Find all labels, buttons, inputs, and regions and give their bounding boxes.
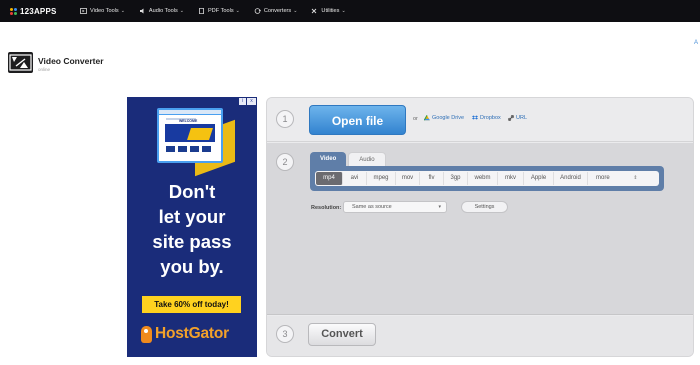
nav-item-label: Audio Tools [148, 8, 178, 14]
chevron-down-icon: ⌄ [120, 8, 125, 14]
url-link[interactable]: URL [508, 115, 527, 121]
format-more[interactable]: more ⇕ [588, 172, 648, 185]
step-convert: 3 Convert [267, 316, 693, 356]
logo[interactable]: 123APPS [10, 7, 66, 16]
ad-brand-logo[interactable]: HostGator [141, 325, 229, 343]
chevron-down-icon: ▾ [438, 204, 441, 210]
url-label: URL [516, 115, 528, 121]
updown-arrow-icon: ⇕ [633, 175, 638, 181]
format-bar: mp4 avi mpeg mov flv 3gp webm mkv Apple … [310, 166, 664, 191]
chevron-down-icon: ⌄ [341, 8, 346, 14]
nav-audio-tools[interactable]: Audio Tools ⌄ [139, 8, 184, 14]
chevron-down-icon: ⌄ [235, 8, 240, 14]
format-mkv[interactable]: mkv [498, 172, 524, 185]
or-label: or [413, 116, 418, 122]
dropbox-link[interactable]: Dropbox [472, 115, 501, 121]
dropbox-icon [472, 115, 478, 121]
resolution-label: Resolution: [311, 205, 342, 211]
format-apple[interactable]: Apple [524, 172, 554, 185]
video-converter-icon [8, 52, 33, 73]
page-subtitle: online [38, 67, 51, 72]
ad-mock-title: WELCOME [179, 119, 198, 123]
format-more-label: more [596, 175, 610, 181]
tab-video[interactable]: Video [310, 152, 347, 166]
google-drive-link[interactable]: Google Drive [423, 115, 465, 121]
ad-browser-illustration: WELCOME [157, 108, 223, 163]
ad-cta-button[interactable]: Take 60% off today! [142, 296, 241, 313]
ad-brand-name: HostGator [155, 325, 229, 342]
format-3gp[interactable]: 3gp [444, 172, 468, 185]
ad-headline-line: you by. [160, 256, 224, 277]
format-webm[interactable]: webm [468, 172, 498, 185]
resolution-value: Same as source [352, 204, 392, 210]
logo-text: 123APPS [20, 6, 57, 16]
format-mp4[interactable]: mp4 [316, 172, 343, 185]
google-drive-label: Google Drive [432, 115, 465, 121]
video-icon [80, 8, 87, 14]
gator-icon [141, 325, 152, 343]
tab-audio[interactable]: Audio [348, 152, 386, 166]
step-number: 3 [276, 325, 294, 343]
chevron-down-icon: ⌄ [179, 8, 184, 14]
chevron-down-icon: ⌄ [293, 8, 298, 14]
link-icon [508, 115, 514, 121]
format-tabs: Video Audio [310, 152, 388, 166]
step-number: 1 [276, 110, 294, 128]
app-header: Video Converter online [8, 52, 104, 73]
nav-item-label: Video Tools [90, 8, 119, 14]
settings-button[interactable]: Settings [461, 201, 508, 213]
ad-headline-line: site pass [152, 231, 232, 252]
format-android[interactable]: Android [554, 172, 588, 185]
format-mov[interactable]: mov [396, 172, 420, 185]
nav-item-label: Converters [263, 8, 292, 14]
ad-headline-line: Don't [168, 181, 216, 202]
ad-close-icon[interactable]: x [247, 98, 256, 105]
converter-panel: 1 Open file or Google Drive Dropbox URL … [266, 97, 694, 357]
pdf-icon [198, 8, 205, 14]
format-avi[interactable]: avi [343, 172, 367, 185]
nav-utilities[interactable]: Utilities ⌄ [311, 8, 346, 14]
ad-info-icon[interactable]: i [239, 98, 246, 105]
ad-headline: Don't let your site pass you by. [127, 179, 257, 279]
convert-button[interactable]: Convert [308, 323, 376, 346]
google-drive-icon [423, 115, 430, 121]
nav-pdf-tools[interactable]: PDF Tools ⌄ [198, 8, 240, 14]
step-number: 2 [276, 153, 294, 171]
nav-item-label: PDF Tools [207, 8, 234, 14]
resolution-select[interactable]: Same as source ▾ [343, 201, 447, 213]
top-nav-bar: 123APPS Video Tools ⌄ Audio Tools ⌄ PDF … [0, 0, 700, 22]
open-file-button[interactable]: Open file [309, 105, 406, 135]
step-open-file: 1 Open file or Google Drive Dropbox URL [267, 98, 693, 142]
nav-converters[interactable]: Converters ⌄ [254, 8, 298, 14]
utilities-icon [311, 8, 318, 14]
format-list: mp4 avi mpeg mov flv 3gp webm mkv Apple … [315, 171, 659, 186]
edge-letter: A [693, 40, 698, 46]
ad-headline-line: let your [158, 206, 226, 227]
format-mpeg[interactable]: mpeg [367, 172, 396, 185]
page-title: Video Converter [38, 56, 104, 66]
format-flv[interactable]: flv [420, 172, 444, 185]
converter-icon [254, 8, 261, 14]
logo-dots-icon [10, 7, 17, 15]
nav-video-tools[interactable]: Video Tools ⌄ [80, 8, 125, 14]
dropbox-label: Dropbox [480, 115, 501, 121]
step-settings: 2 Video Audio mp4 avi mpeg mov flv 3gp w… [267, 143, 693, 315]
audio-icon [139, 8, 146, 14]
advertisement[interactable]: i x WELCOME Don't let your site pass you… [127, 97, 257, 357]
nav-item-label: Utilities [321, 8, 340, 14]
